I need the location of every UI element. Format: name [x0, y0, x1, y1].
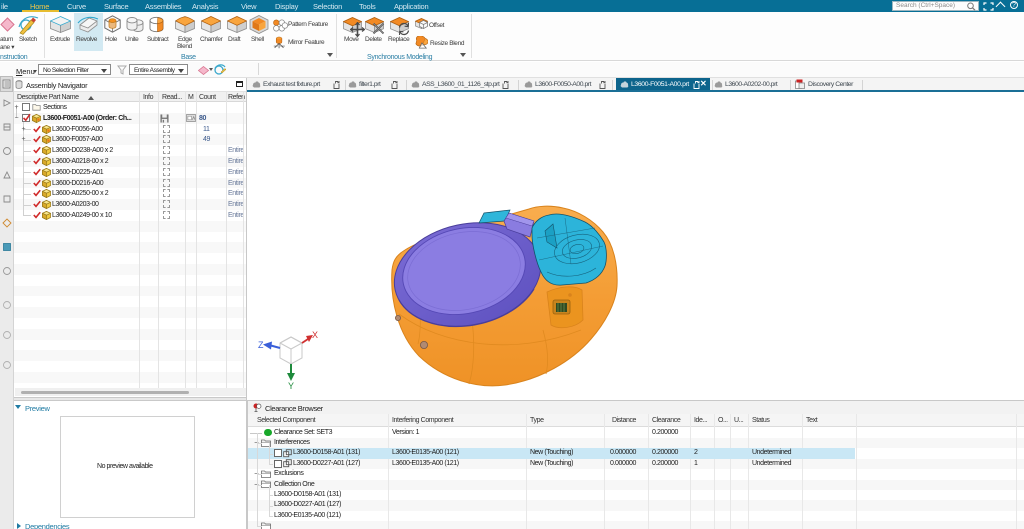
- svg-text:X: X: [312, 330, 318, 340]
- svg-text:Y: Y: [288, 381, 294, 390]
- svg-text:Z: Z: [258, 340, 264, 350]
